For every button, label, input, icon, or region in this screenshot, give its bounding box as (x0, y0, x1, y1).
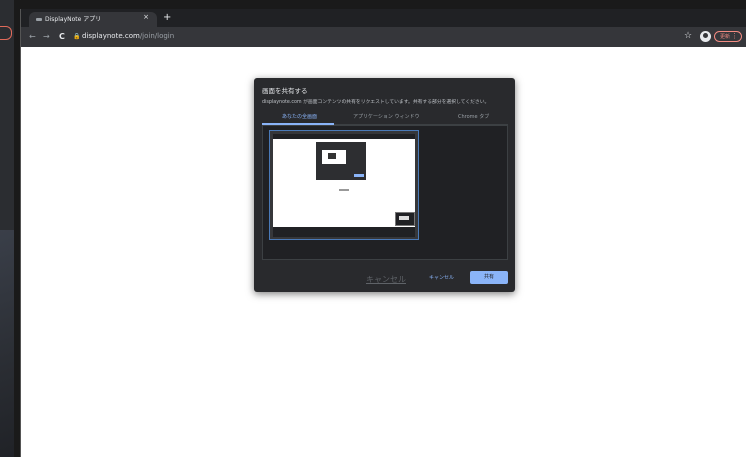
new-tab-button[interactable]: + (163, 12, 171, 24)
tab-chrome-tab[interactable]: Chrome タブ (458, 113, 489, 120)
thumbnail-dialog (316, 142, 366, 180)
tab-application-window[interactable]: アプリケーション ウィンドウ (353, 113, 420, 120)
lock-icon[interactable]: 🔒 (73, 33, 80, 40)
screen-thumbnail[interactable] (269, 130, 419, 240)
dialog-subtitle: displaynote.com が画面コンテンツの共有をリクエストしています。共… (262, 100, 490, 105)
page-cancel-link[interactable]: キャンセル (366, 274, 406, 285)
tab-displaynote[interactable]: DisplayNote アプリ × (29, 12, 157, 27)
forward-button[interactable]: → (43, 32, 50, 42)
reload-button[interactable]: C (59, 32, 65, 42)
share-button[interactable]: 共有 (470, 271, 508, 284)
update-label: 更新 (720, 34, 731, 40)
browser-toolbar: ← → C 🔒 displaynote.com/join/login ☆ 更新 … (21, 27, 746, 47)
tab-strip: DisplayNote アプリ × + (21, 9, 746, 27)
source-panel (262, 125, 508, 260)
url-path: /join/login (139, 32, 175, 40)
thumbnail-pip (395, 212, 415, 226)
dialog-title: 画面を共有する (262, 87, 308, 95)
source-tabs: あなたの全画面 アプリケーション ウィンドウ Chrome タブ (262, 112, 508, 125)
bookmark-star-icon[interactable]: ☆ (684, 31, 692, 41)
tab-close-icon[interactable]: × (143, 13, 149, 21)
url-host: displaynote.com (82, 32, 140, 40)
address-bar[interactable]: displaynote.com/join/login (82, 32, 174, 40)
dialog-cancel-button[interactable]: キャンセル (429, 272, 454, 285)
thumbnail-page (273, 139, 415, 227)
background-window-edge (0, 0, 14, 457)
thumbnail-preview (322, 150, 346, 164)
share-screen-dialog: 画面を共有する displaynote.com が画面コンテンツの共有をリクエス… (254, 78, 515, 292)
menu-dots-icon: ⋮ (731, 32, 738, 40)
background-wallpaper (0, 230, 14, 457)
tab-title: DisplayNote アプリ (45, 16, 102, 23)
back-button[interactable]: ← (29, 32, 36, 42)
update-button[interactable]: 更新 ⋮ (714, 31, 742, 42)
page-content: 画面を共有する displaynote.com が画面コンテンツの共有をリクエス… (21, 47, 746, 457)
browser-window: DisplayNote アプリ × + ← → C 🔒 displaynote.… (20, 9, 746, 457)
thumbnail-bottom (273, 227, 415, 237)
background-pill (0, 26, 12, 40)
thumbnail-button (354, 174, 364, 177)
favicon-icon (36, 18, 42, 21)
profile-avatar-icon[interactable] (700, 31, 711, 42)
tab-entire-screen[interactable]: あなたの全画面 (282, 113, 317, 120)
thumbnail-text (339, 189, 349, 191)
